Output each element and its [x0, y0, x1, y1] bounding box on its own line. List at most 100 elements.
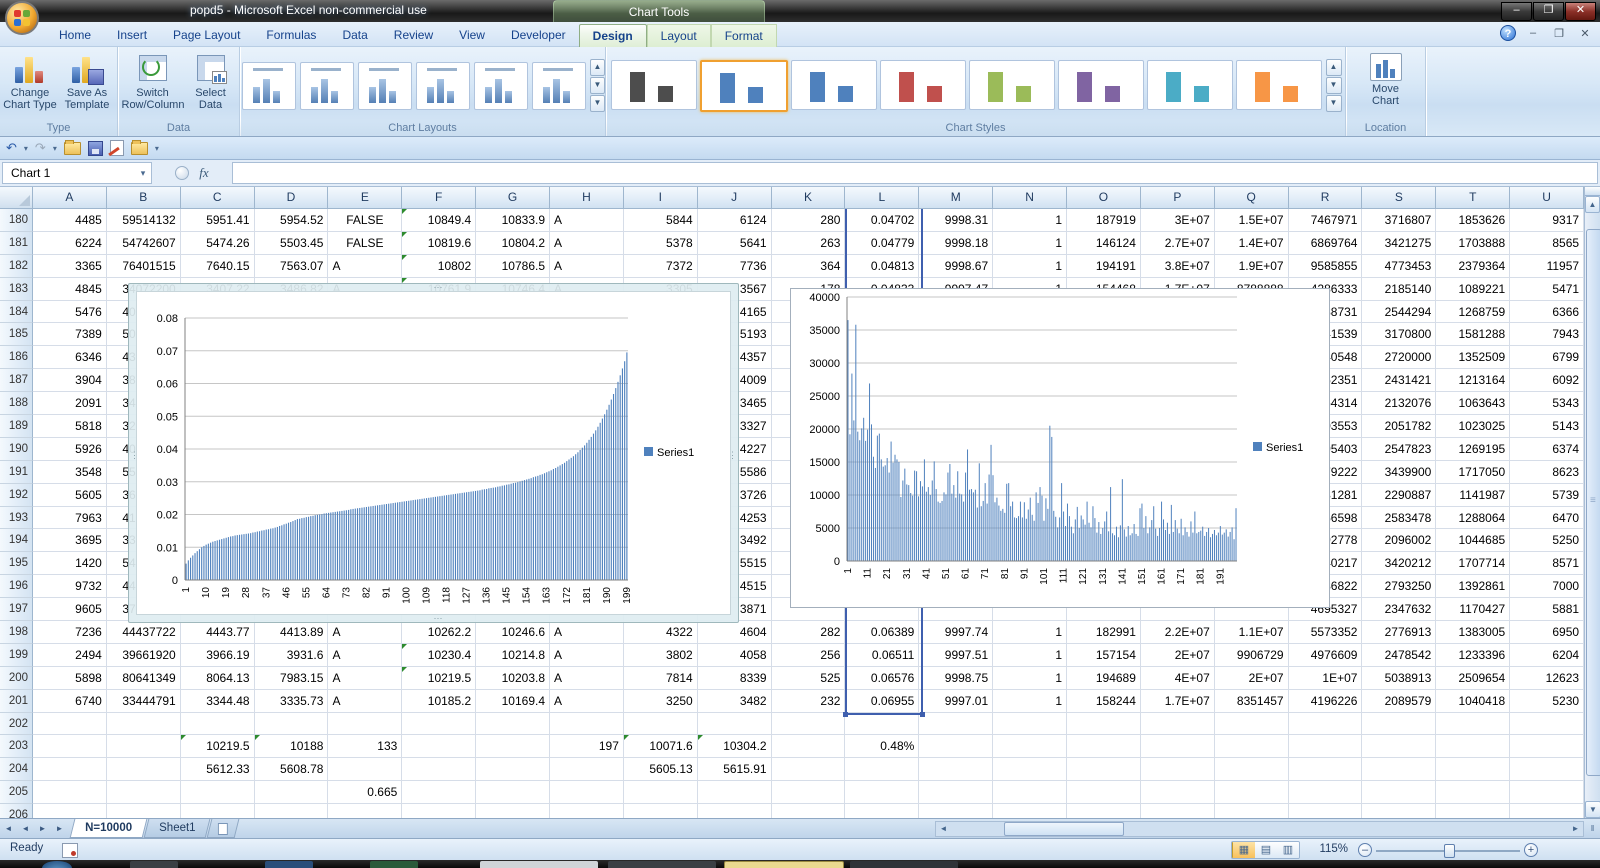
cell[interactable]: 5898 — [33, 667, 107, 690]
start-orb-icon[interactable] — [42, 861, 72, 868]
close-button[interactable]: ✕ — [1565, 2, 1596, 21]
cell[interactable]: 364 — [772, 255, 846, 278]
cell[interactable]: 525 — [772, 667, 846, 690]
cell[interactable]: 44437722 — [107, 621, 181, 644]
sheet-tab-n=10000[interactable]: N=10000 — [70, 819, 148, 838]
column-header-U[interactable]: U — [1510, 187, 1584, 209]
column-header-L[interactable]: L — [845, 187, 919, 209]
cell[interactable] — [402, 758, 476, 781]
cell[interactable]: 9998.18 — [919, 232, 993, 255]
cell[interactable] — [1436, 758, 1510, 781]
cell[interactable]: 263 — [772, 232, 846, 255]
chart-layout-thumb[interactable] — [300, 62, 354, 110]
cell[interactable]: 1170427 — [1436, 598, 1510, 621]
cell[interactable]: 6092 — [1510, 369, 1584, 392]
cell[interactable] — [107, 804, 181, 818]
cell[interactable]: 3250 — [624, 690, 698, 713]
cell[interactable]: 282 — [772, 621, 846, 644]
cell[interactable]: 3931.6 — [255, 644, 329, 667]
chart-layout-thumb[interactable] — [474, 62, 528, 110]
row-header-192[interactable]: 192 — [0, 484, 33, 507]
cell[interactable]: 9997.01 — [919, 690, 993, 713]
zoom-in-icon[interactable]: + — [1524, 843, 1538, 857]
cell[interactable]: 8351457 — [1215, 690, 1289, 713]
cell[interactable]: 6124 — [698, 209, 772, 232]
cell[interactable]: 8064.13 — [181, 667, 255, 690]
column-header-A[interactable]: A — [33, 187, 107, 209]
cell[interactable] — [476, 735, 550, 758]
cell[interactable]: 80641349 — [107, 667, 181, 690]
cell[interactable] — [845, 758, 919, 781]
cell[interactable]: 2290887 — [1362, 484, 1436, 507]
cell[interactable] — [255, 781, 329, 804]
cell[interactable]: 2091 — [33, 392, 107, 415]
cell[interactable]: 1.1E+07 — [1215, 621, 1289, 644]
insert-worksheet-tab[interactable] — [207, 819, 240, 838]
new-folder-icon[interactable] — [131, 142, 148, 155]
cell[interactable]: 8565 — [1510, 232, 1584, 255]
cell[interactable]: 5605.13 — [624, 758, 698, 781]
chart-layout-thumb[interactable] — [242, 62, 296, 110]
name-box-dropdown-icon[interactable]: ▾ — [135, 168, 151, 179]
cell[interactable] — [402, 804, 476, 818]
column-header-J[interactable]: J — [698, 187, 772, 209]
tab-review[interactable]: Review — [381, 24, 446, 47]
cell[interactable]: FALSE — [328, 232, 402, 255]
row-header-193[interactable]: 193 — [0, 507, 33, 530]
row-header-200[interactable]: 200 — [0, 667, 33, 690]
last-sheet-icon[interactable]: ► — [51, 819, 68, 838]
cell[interactable]: 39661920 — [107, 644, 181, 667]
cell[interactable] — [698, 804, 772, 818]
chart-style-thumb-8[interactable] — [1236, 60, 1322, 110]
tab-format[interactable]: Format — [711, 24, 777, 47]
cell[interactable]: 6740 — [33, 690, 107, 713]
row-header-183[interactable]: 183 — [0, 278, 33, 301]
chart-layout-thumb[interactable] — [532, 62, 586, 110]
open-icon[interactable] — [64, 142, 81, 155]
cell[interactable]: 0.06576 — [845, 667, 919, 690]
cell[interactable]: 1352509 — [1436, 346, 1510, 369]
cell[interactable]: 5844 — [624, 209, 698, 232]
fx-icon[interactable]: fx — [199, 165, 208, 181]
column-header-N[interactable]: N — [993, 187, 1067, 209]
cell[interactable] — [1141, 804, 1215, 818]
cell[interactable]: 7983.15 — [255, 667, 329, 690]
zoom-slider[interactable]: – + — [1358, 842, 1538, 858]
cell[interactable] — [1141, 735, 1215, 758]
cell[interactable] — [772, 781, 846, 804]
view-normal-icon[interactable]: ▦ — [1232, 842, 1255, 858]
row-header-182[interactable]: 182 — [0, 255, 33, 278]
cell[interactable]: 2509654 — [1436, 667, 1510, 690]
cell[interactable]: 5573352 — [1289, 621, 1363, 644]
cell[interactable]: 5230 — [1510, 690, 1584, 713]
tab-formulas[interactable]: Formulas — [253, 24, 329, 47]
cell[interactable]: A — [328, 644, 402, 667]
row-header-197[interactable]: 197 — [0, 598, 33, 621]
cell[interactable] — [1067, 781, 1141, 804]
row-header-201[interactable]: 201 — [0, 690, 33, 713]
cell[interactable]: 5503.45 — [255, 232, 329, 255]
cell[interactable]: 6346 — [33, 346, 107, 369]
cell[interactable]: 10304.2 — [698, 735, 772, 758]
cell[interactable] — [1362, 713, 1436, 736]
cell[interactable] — [698, 781, 772, 804]
cell[interactable] — [1436, 804, 1510, 818]
first-sheet-icon[interactable]: ◄ — [0, 819, 17, 838]
row-header-202[interactable]: 202 — [0, 713, 33, 736]
column-header-I[interactable]: I — [624, 187, 698, 209]
cell[interactable]: 4413.89 — [255, 621, 329, 644]
cell[interactable]: 6799 — [1510, 346, 1584, 369]
cell[interactable] — [107, 735, 181, 758]
chart-style-thumb-5[interactable] — [969, 60, 1055, 110]
cell[interactable]: 2478542 — [1362, 644, 1436, 667]
tab-data[interactable]: Data — [329, 24, 380, 47]
name-box[interactable]: Chart 1 ▾ — [2, 162, 152, 184]
cell[interactable]: 1420 — [33, 552, 107, 575]
column-header-O[interactable]: O — [1067, 187, 1141, 209]
workbook-restore-button[interactable]: ❐ — [1550, 27, 1568, 40]
cell[interactable]: 10833.9 — [476, 209, 550, 232]
hscroll-thumb[interactable] — [1004, 822, 1124, 836]
cell[interactable]: 7736 — [698, 255, 772, 278]
cell[interactable] — [993, 804, 1067, 818]
cell[interactable]: 10214.8 — [476, 644, 550, 667]
